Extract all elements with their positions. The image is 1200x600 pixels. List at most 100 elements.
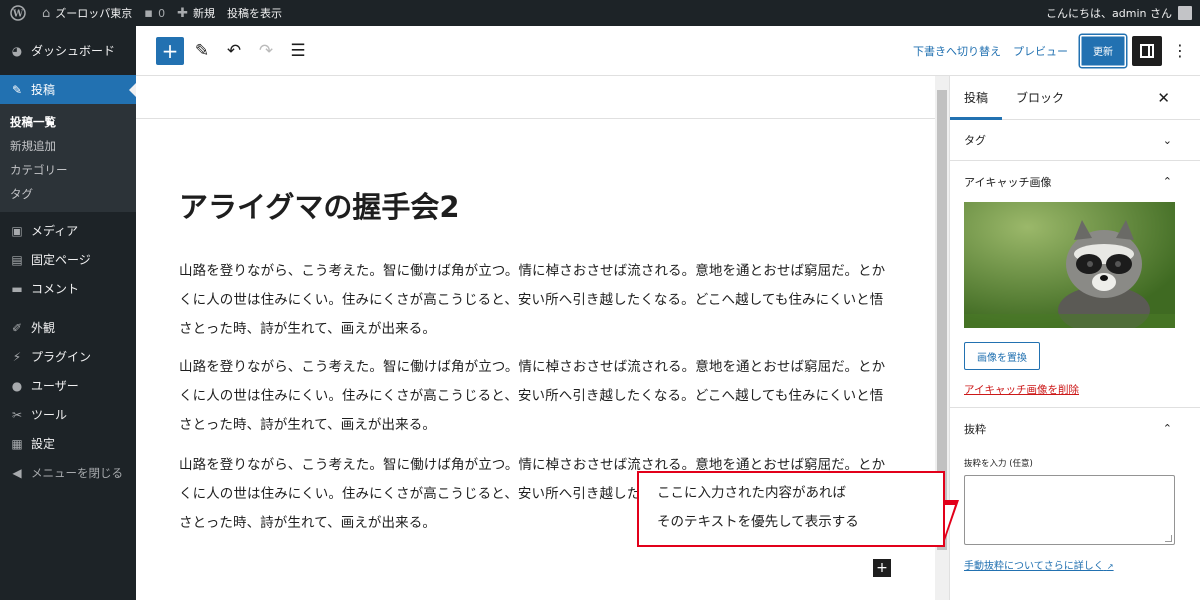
plus-icon: + (161, 38, 179, 63)
settings-icon: ▦ (11, 436, 23, 451)
featured-image-panel: アイキャッチ画像 ⌃ 画像を置換 アイキャッチ画像を削除 (950, 161, 1200, 408)
divider (136, 118, 935, 119)
panel-title: 抜粋 (964, 422, 986, 436)
sidebar-item-label: ダッシュボード (31, 44, 116, 58)
chevron-up-icon: ⌃ (1162, 422, 1172, 435)
remove-featured-image-link[interactable]: アイキャッチ画像を削除 (964, 382, 1186, 397)
collapse-menu-button[interactable]: ◀ メニューを閉じる (0, 458, 136, 487)
submenu-add-new[interactable]: 新規追加 (0, 134, 136, 158)
sidebar-item-posts[interactable]: ✎ 投稿 (0, 75, 136, 104)
admin-bar: W ⌂ ズーロッパ東京 ▪ 0 ✚ 新規 投稿を表示 こんにちは、admin さ… (0, 0, 1200, 26)
tags-panel-toggle[interactable]: タグ ⌄ (950, 120, 1200, 161)
switch-to-draft-button[interactable]: 下書きへ切り替え (913, 43, 1001, 59)
plugin-icon: ⚡ (12, 349, 22, 364)
tools-button[interactable]: ✎ (188, 37, 216, 65)
sidebar-item-pages[interactable]: ▤ 固定ページ (0, 245, 136, 274)
submenu-categories[interactable]: カテゴリー (0, 158, 136, 182)
paragraph-block[interactable]: 山路を登りながら、こう考えた。智に働けば角が立つ。情に棹さおさせば流される。意地… (179, 257, 889, 344)
sidebar-item-label: コメント (31, 282, 80, 296)
pushpin-icon: ✎ (11, 82, 23, 97)
sidebar-item-label: 投稿 (31, 83, 56, 97)
plus-icon: + (876, 560, 888, 576)
featured-image[interactable] (964, 202, 1175, 328)
sidebar-item-label: プラグイン (31, 350, 92, 364)
my-account[interactable]: こんにちは、admin さん (1046, 5, 1200, 21)
sidebar-item-label: メディア (31, 224, 79, 238)
site-name-link[interactable]: ⌂ ズーロッパ東京 (36, 0, 138, 26)
sidebar-item-comments[interactable]: ▬ コメント (0, 274, 136, 303)
excerpt-panel-toggle[interactable]: 抜粋 ⌃ (950, 408, 1200, 449)
new-content-link[interactable]: ✚ 新規 (171, 0, 221, 26)
wrench-icon: ✂ (11, 407, 23, 422)
view-post-link[interactable]: 投稿を表示 (221, 0, 288, 26)
excerpt-help-link[interactable]: 手動抜粋についてさらに詳しく ↗ (964, 557, 1186, 572)
collapse-menu-label: メニューを閉じる (31, 465, 123, 480)
new-label: 新規 (192, 7, 215, 20)
document-overview-button[interactable]: ☰ (284, 37, 312, 65)
svg-text:W: W (12, 10, 24, 20)
redo-button[interactable]: ↷ (252, 37, 280, 65)
excerpt-field-label: 抜粋を入力 (任意) (964, 459, 1033, 469)
settings-toggle-button[interactable] (1132, 35, 1162, 66)
header-actions: 下書きへ切り替え プレビュー 更新 ⋮ (913, 34, 1200, 67)
sidebar-item-users[interactable]: ● ユーザー (0, 371, 136, 400)
sidebar-tabs: 投稿 ブロック ✕ (950, 76, 1200, 120)
user-icon: ● (11, 378, 23, 393)
site-name-text: ズーロッパ東京 (55, 7, 133, 20)
sidebar-item-appearance[interactable]: ✐ 外観 (0, 313, 136, 342)
replace-image-button[interactable]: 画像を置換 (964, 342, 1040, 370)
media-icon: ▣ (11, 223, 23, 238)
block-inserter-button[interactable]: + (156, 36, 184, 65)
tab-post[interactable]: 投稿 (950, 76, 1002, 120)
sidebar-item-plugins[interactable]: ⚡ プラグイン (0, 342, 136, 371)
excerpt-textarea[interactable] (964, 475, 1175, 545)
external-link-icon: ↗ (1106, 562, 1114, 571)
sidebar-panel-icon (1140, 43, 1154, 58)
options-menu-button[interactable]: ⋮ (1170, 41, 1190, 60)
redo-icon: ↷ (258, 40, 274, 61)
view-post-label: 投稿を表示 (226, 7, 282, 20)
update-button[interactable]: 更新 (1080, 34, 1126, 67)
submenu-tags[interactable]: タグ (0, 182, 136, 206)
post-title[interactable]: アライグマの握手会2 (179, 184, 460, 226)
sidebar-item-settings[interactable]: ▦ 設定 (0, 429, 136, 458)
sidebar-item-media[interactable]: ▣ メディア (0, 216, 136, 245)
avatar (1178, 6, 1192, 20)
panel-title: タグ (964, 134, 986, 147)
close-sidebar-button[interactable]: ✕ (1157, 89, 1170, 107)
list-view-icon: ☰ (290, 40, 306, 61)
callout-line-1: ここに入力された内容があれば (657, 485, 846, 501)
collapse-arrow-icon: ◀ (12, 465, 22, 480)
inline-block-inserter-button[interactable]: + (873, 559, 891, 577)
undo-icon: ↶ (226, 40, 242, 61)
plus-icon: ✚ (177, 5, 188, 21)
paragraph-block[interactable]: 山路を登りながら、こう考えた。智に働けば角が立つ。情に棹さおさせば流される。意地… (179, 353, 889, 440)
sidebar-item-tools[interactable]: ✂ ツール (0, 400, 136, 429)
callout-line-2: そのテキストを優先して表示する (657, 514, 859, 530)
wordpress-icon: W (10, 5, 26, 21)
page-icon: ▤ (11, 252, 23, 267)
sidebar-item-dashboard[interactable]: ◕ ダッシュボード (0, 36, 136, 65)
comments-count: 0 (158, 6, 166, 20)
submenu-all-posts[interactable]: 投稿一覧 (0, 110, 136, 134)
preview-button[interactable]: プレビュー (1013, 43, 1068, 59)
excerpt-help-label: 手動抜粋についてさらに詳しく (964, 561, 1104, 572)
posts-submenu: 投稿一覧 新規追加 カテゴリー タグ (0, 104, 136, 212)
raccoon-image (964, 202, 1175, 328)
tab-block[interactable]: ブロック (1002, 76, 1078, 120)
settings-sidebar: 投稿 ブロック ✕ タグ ⌄ アイキャッチ画像 ⌃ 画像を置換 アイキャッチ画像… (949, 76, 1200, 600)
undo-button[interactable]: ↶ (220, 37, 248, 65)
comments-link[interactable]: ▪ 0 (138, 0, 171, 26)
featured-image-panel-toggle[interactable]: アイキャッチ画像 ⌃ (950, 161, 1200, 202)
editor-toolbar: + ✎ ↶ ↷ ☰ 下書きへ切り替え プレビュー 更新 ⋮ (136, 26, 1200, 76)
sidebar-item-label: ツール (31, 408, 68, 422)
admin-sidebar: ◕ ダッシュボード ✎ 投稿 投稿一覧 新規追加 カテゴリー タグ ▣ メディア… (0, 26, 136, 600)
home-icon: ⌂ (42, 5, 51, 21)
chevron-down-icon: ⌄ (1162, 133, 1172, 147)
wordpress-logo-button[interactable]: W (0, 0, 36, 26)
chevron-up-icon: ⌃ (1162, 175, 1172, 188)
sidebar-item-label: 外観 (31, 321, 56, 335)
more-vertical-icon: ⋮ (1172, 41, 1188, 60)
annotation-callout: ここに入力された内容があれば そのテキストを優先して表示する (637, 471, 945, 547)
sidebar-item-label: 設定 (31, 437, 56, 451)
